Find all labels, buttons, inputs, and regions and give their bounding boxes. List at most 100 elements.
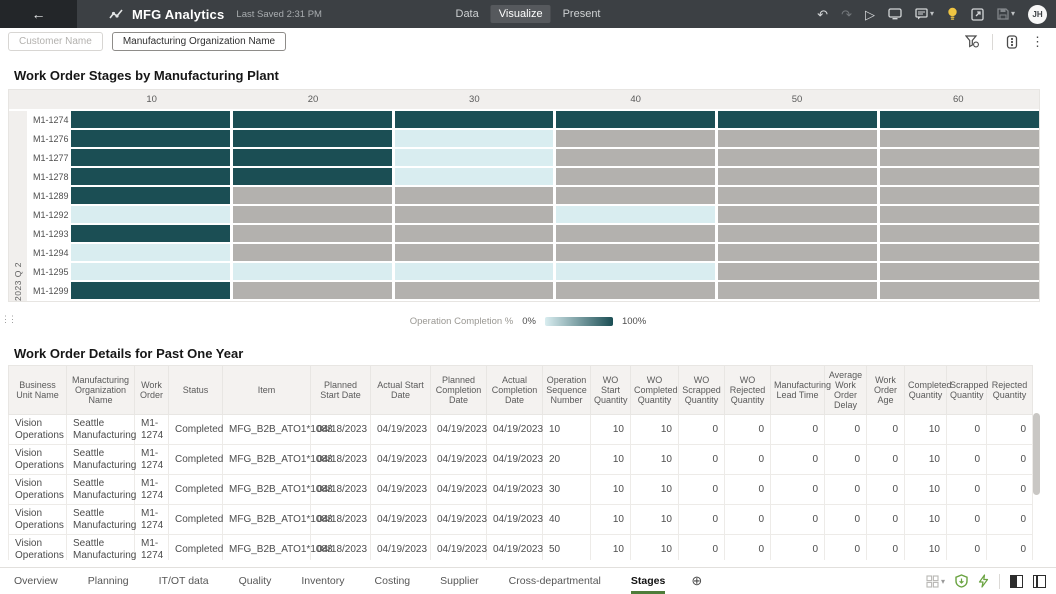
heatmap-cell[interactable]	[232, 282, 392, 299]
table-cell[interactable]: 0	[866, 534, 905, 560]
heatmap-cell[interactable]	[556, 187, 716, 204]
table-cell[interactable]: 04/19/2023	[370, 504, 431, 535]
heatmap-cell[interactable]	[232, 130, 392, 147]
table-column-header[interactable]: WO Completed Quantity	[630, 365, 679, 415]
table-cell[interactable]: M1-1274	[134, 444, 169, 475]
canvas-tab-inventory[interactable]: Inventory	[301, 568, 344, 594]
table-cell[interactable]: 04/19/2023	[370, 444, 431, 475]
heatmap-cell[interactable]	[232, 168, 392, 185]
redo-icon[interactable]: ↷	[841, 8, 852, 21]
table-column-header[interactable]: Actual Start Date	[370, 365, 431, 415]
table-cell[interactable]: Vision Operations	[8, 474, 67, 505]
heatmap-cell[interactable]	[718, 225, 878, 242]
canvas-tab-costing[interactable]: Costing	[375, 568, 411, 594]
table-cell[interactable]: MFG_B2B_ATO1*1088	[222, 504, 333, 535]
table-cell[interactable]: 0	[724, 444, 771, 475]
table-cell[interactable]: 10	[904, 534, 947, 560]
table-cell[interactable]: 10	[590, 414, 631, 445]
table-cell[interactable]: 04/19/2023	[430, 534, 487, 560]
heatmap-cell[interactable]	[232, 244, 392, 261]
table-cell[interactable]: 04/19/2023	[370, 414, 431, 445]
user-avatar[interactable]: JH	[1028, 4, 1047, 24]
table-cell[interactable]: 50	[542, 534, 591, 560]
heatmap-cell[interactable]	[718, 282, 878, 299]
more-options-kebab-icon[interactable]: ⋮	[1031, 34, 1044, 50]
data-refresh-shield-icon[interactable]	[955, 574, 968, 588]
heatmap-cell[interactable]	[394, 263, 554, 280]
present-cast-icon[interactable]	[888, 8, 902, 20]
manufacturing-org-filter[interactable]: Manufacturing Organization Name	[111, 32, 287, 51]
heatmap-cell[interactable]	[71, 225, 230, 242]
table-cell[interactable]: 0	[678, 504, 725, 535]
table-cell[interactable]: MFG_B2B_ATO1*1088	[222, 474, 333, 505]
table-cell[interactable]: Seattle Manufacturing	[66, 534, 136, 560]
table-cell[interactable]: 04/19/2023	[486, 414, 543, 445]
table-cell[interactable]: 04/18/2023	[310, 534, 371, 560]
table-column-header[interactable]: Item	[222, 365, 311, 415]
table-column-header[interactable]: Manufacturing Lead Time	[770, 365, 831, 415]
heatmap-cell[interactable]	[718, 206, 878, 223]
table-cell[interactable]: 0	[724, 534, 771, 560]
heatmap-cell[interactable]	[718, 244, 878, 261]
heatmap-cell[interactable]	[556, 282, 716, 299]
table-cell[interactable]: 0	[678, 414, 725, 445]
heatmap-cell[interactable]	[556, 206, 716, 223]
table-cell[interactable]: 10	[542, 414, 591, 445]
undo-icon[interactable]: ↶	[817, 8, 828, 21]
heatmap-cell[interactable]	[232, 206, 392, 223]
heatmap-cell[interactable]	[718, 168, 878, 185]
heatmap-cell[interactable]	[556, 263, 716, 280]
heatmap-cell[interactable]	[556, 111, 716, 128]
heatmap-cell[interactable]	[232, 263, 392, 280]
tab-data[interactable]: Data	[448, 5, 487, 23]
table-cell[interactable]: 0	[678, 474, 725, 505]
tab-present[interactable]: Present	[555, 5, 609, 23]
table-cell[interactable]: 0	[946, 444, 987, 475]
table-column-header[interactable]: Work Order	[134, 365, 169, 415]
table-column-header[interactable]: Work Order Age	[866, 365, 905, 415]
table-cell[interactable]: 0	[986, 504, 1033, 535]
table-cell[interactable]: Completed	[168, 534, 223, 560]
heatmap-cell[interactable]	[232, 149, 392, 166]
table-column-header[interactable]: Status	[168, 365, 223, 415]
heatmap-cell[interactable]	[71, 244, 230, 261]
table-column-header[interactable]: Completed Quantity	[904, 365, 952, 415]
table-cell[interactable]: MFG_B2B_ATO1*1088	[222, 534, 333, 560]
heatmap-cell[interactable]	[71, 130, 230, 147]
add-canvas-icon[interactable]: ⊕	[691, 573, 702, 589]
table-cell[interactable]: 04/19/2023	[430, 444, 487, 475]
table-cell[interactable]: 04/18/2023	[310, 504, 371, 535]
table-cell[interactable]: 10	[904, 504, 947, 535]
table-cell[interactable]: 20	[542, 444, 591, 475]
table-cell[interactable]: 10	[630, 504, 679, 535]
table-cell[interactable]: Completed	[168, 474, 223, 505]
panel-layout-left-icon[interactable]	[1010, 574, 1023, 588]
table-cell[interactable]: 04/18/2023	[310, 414, 371, 445]
table-cell[interactable]: Completed	[168, 414, 223, 445]
table-cell[interactable]: 10	[904, 414, 947, 445]
heatmap-cell[interactable]	[71, 111, 230, 128]
table-column-header[interactable]: Planned Completion Date	[430, 365, 487, 415]
table-column-header[interactable]: Manufacturing Organization Name	[66, 365, 135, 415]
heatmap-cell[interactable]	[556, 149, 716, 166]
heatmap-cell[interactable]	[880, 244, 1039, 261]
table-cell[interactable]: 0	[986, 444, 1033, 475]
table-cell[interactable]: 0	[866, 444, 905, 475]
canvas-tab-supplier[interactable]: Supplier	[440, 568, 479, 594]
heatmap-cell[interactable]	[394, 168, 554, 185]
table-cell[interactable]: Vision Operations	[8, 534, 67, 560]
table-cell[interactable]: 10	[590, 534, 631, 560]
filter-icon[interactable]	[965, 35, 979, 48]
table-cell[interactable]: 10	[590, 504, 631, 535]
table-column-header[interactable]: Scrapped Quantity	[946, 365, 989, 415]
table-cell[interactable]: 0	[770, 534, 825, 560]
settings-icon[interactable]	[1006, 34, 1018, 49]
table-cell[interactable]: 0	[986, 414, 1033, 445]
heatmap-cell[interactable]	[880, 130, 1039, 147]
canvas-layout-icon[interactable]: ▾	[926, 574, 945, 588]
heatmap-cell[interactable]	[394, 111, 554, 128]
heatmap-cell[interactable]	[718, 187, 878, 204]
table-column-header[interactable]: Planned Start Date	[310, 365, 371, 415]
table-cell[interactable]: Seattle Manufacturing	[66, 504, 136, 535]
table-cell[interactable]: 0	[770, 444, 825, 475]
